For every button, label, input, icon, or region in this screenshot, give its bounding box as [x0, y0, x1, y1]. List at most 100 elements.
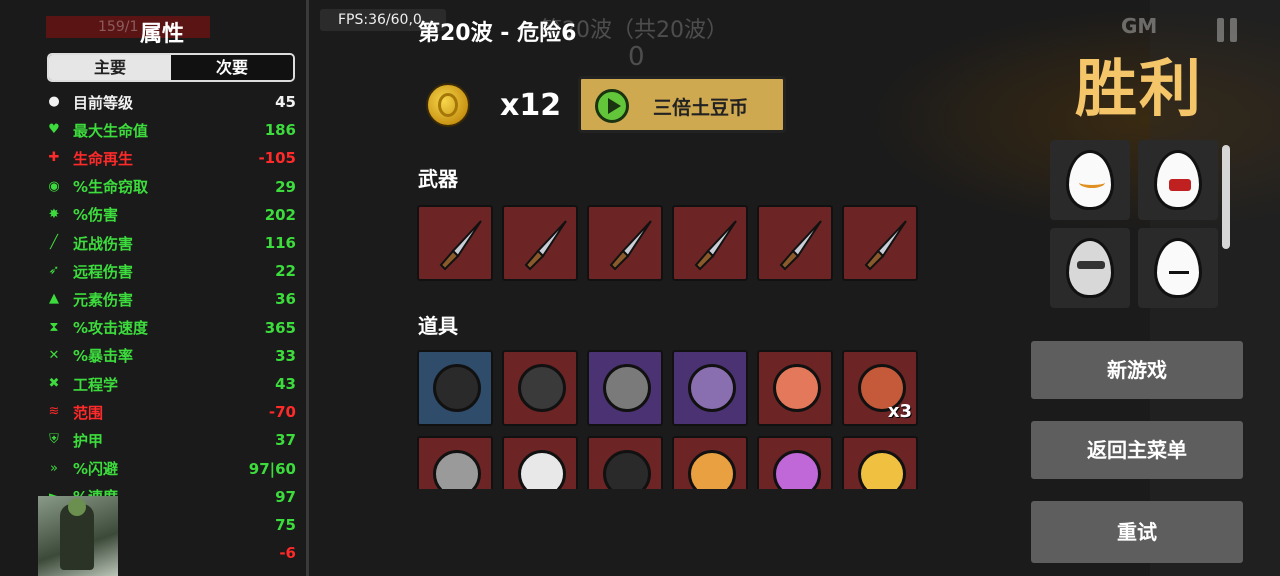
stat-row[interactable]: ● 目前等级 45	[46, 89, 296, 115]
new-game-button[interactable]: 新游戏	[1031, 341, 1243, 399]
knife-icon	[609, 220, 652, 271]
weapon-slot[interactable]	[587, 205, 663, 281]
stats-tabs: 主要 次要	[47, 53, 295, 82]
robot-item-icon	[603, 364, 651, 412]
stat-value: 97	[275, 487, 296, 506]
item-slot[interactable]	[672, 436, 748, 489]
knife-icon	[779, 220, 822, 271]
heart-icon: ♥	[48, 122, 60, 138]
weapon-slot[interactable]	[417, 205, 493, 281]
stat-value: 365	[264, 318, 296, 337]
item-slot[interactable]: x3	[842, 350, 918, 426]
gm-button[interactable]: GM	[1121, 14, 1157, 38]
stat-row[interactable]: ⧗ %攻击速度 365	[46, 315, 296, 341]
item-slot[interactable]	[417, 350, 493, 426]
stats-title: 属性	[140, 22, 185, 47]
stat-value: -105	[258, 149, 296, 168]
character-card[interactable]	[1138, 140, 1218, 220]
stat-row[interactable]: ✸ %伤害 202	[46, 202, 296, 228]
spiky-item-icon	[518, 450, 566, 489]
item-slot[interactable]	[502, 350, 578, 426]
knife-icon	[524, 220, 567, 271]
item-slot[interactable]	[842, 436, 918, 489]
stat-row[interactable]: ⛨ 护甲 37	[46, 427, 296, 453]
item-slot[interactable]	[757, 350, 833, 426]
weapon-slot[interactable]	[842, 205, 918, 281]
stat-value: 186	[264, 121, 296, 140]
retry-button[interactable]: 重试	[1031, 501, 1243, 563]
egg-character-icon	[1154, 238, 1202, 298]
stat-name: 近战伤害	[73, 234, 134, 253]
main-menu-button[interactable]: 返回主菜单	[1031, 421, 1243, 479]
item-count-badge: x3	[887, 401, 912, 422]
stat-row[interactable]: ≋ 范围 -70	[46, 399, 296, 425]
explosion-item-icon	[858, 450, 906, 489]
pause-icon[interactable]	[1217, 18, 1239, 42]
hp-bar: 159/1	[46, 16, 210, 38]
crit-icon: ✕	[48, 347, 60, 363]
triple-coins-label: 三倍土豆币	[653, 97, 749, 119]
regen-icon: ✚	[48, 150, 60, 166]
stat-name: 远程伤害	[73, 262, 134, 281]
stat-name: 护甲	[73, 431, 104, 450]
weapon-slot[interactable]	[757, 205, 833, 281]
item-slot[interactable]	[587, 350, 663, 426]
melee-icon: ╱	[50, 235, 58, 250]
stat-value: 22	[275, 262, 296, 281]
item-slot[interactable]	[502, 436, 578, 489]
stat-row[interactable]: ♥ 最大生命值 186	[46, 117, 296, 143]
weapon-slot[interactable]	[502, 205, 578, 281]
stat-row[interactable]: ╱ 近战伤害 116	[46, 230, 296, 256]
ranged-icon: ➶	[48, 263, 60, 279]
stat-name: %暴击率	[73, 347, 134, 366]
weapon-slot[interactable]	[672, 205, 748, 281]
tab-secondary[interactable]: 次要	[171, 55, 293, 80]
octopus-item-icon	[773, 364, 821, 412]
stat-value: 29	[275, 177, 296, 196]
stat-row[interactable]: ◉ %生命窃取 29	[46, 174, 296, 200]
play-icon	[595, 89, 629, 123]
background-counter: 0	[628, 42, 645, 72]
item-grid: x3	[410, 346, 930, 489]
item-slot[interactable]	[417, 436, 493, 489]
stat-name: 目前等级	[73, 93, 134, 112]
item-slot[interactable]	[757, 436, 833, 489]
item-slot[interactable]	[672, 350, 748, 426]
mask-item-icon	[603, 450, 651, 489]
item-slot[interactable]	[587, 436, 663, 489]
thumbnail-head	[68, 498, 86, 516]
character-card[interactable]	[1050, 228, 1130, 308]
victory-title: 胜利	[1075, 52, 1204, 125]
stat-row[interactable]: ➶ 远程伤害 22	[46, 258, 296, 284]
coin-count: x12	[500, 88, 562, 123]
character-card[interactable]	[1050, 140, 1130, 220]
stat-value: 45	[275, 93, 296, 111]
stat-value: 116	[264, 234, 296, 252]
character-card[interactable]	[1138, 228, 1218, 308]
stat-value: 75	[275, 516, 296, 534]
stat-row[interactable]: ✚ 生命再生 -105	[46, 145, 296, 171]
stat-row[interactable]: ▲ 元素伤害 36	[46, 286, 296, 312]
stat-name: 生命再生	[73, 149, 134, 168]
stat-row[interactable]: ✖ 工程学 43	[46, 371, 296, 397]
tools-item-icon	[433, 450, 481, 489]
stat-row[interactable]: ✕ %暴击率 33	[46, 343, 296, 369]
creature-item-icon	[688, 364, 736, 412]
knife-icon	[694, 220, 737, 271]
level-icon: ●	[48, 94, 60, 109]
wave-title: 第20波 - 危险6	[418, 21, 577, 46]
stat-row[interactable]: » %闪避 97|60	[46, 456, 296, 482]
stat-name: 元素伤害	[73, 290, 134, 309]
stat-value: 33	[275, 346, 296, 365]
character-scrollbar[interactable]	[1222, 145, 1230, 249]
engineering-icon: ✖	[48, 376, 60, 391]
knife-icon	[439, 220, 482, 271]
tab-primary[interactable]: 主要	[49, 55, 171, 80]
stat-name: 最大生命值	[73, 121, 149, 140]
stats-panel: 159/1 属性 主要 次要 ● 目前等级 45 ♥ 最大生命值 186 ✚ 生命再生 -105…	[0, 0, 309, 576]
range-icon: ≋	[48, 404, 60, 420]
coin-icon	[426, 83, 470, 127]
triple-coins-button[interactable]: 三倍土豆币	[578, 76, 786, 133]
attack-speed-icon: ⧗	[49, 319, 59, 335]
egg-character-icon	[1066, 150, 1114, 210]
